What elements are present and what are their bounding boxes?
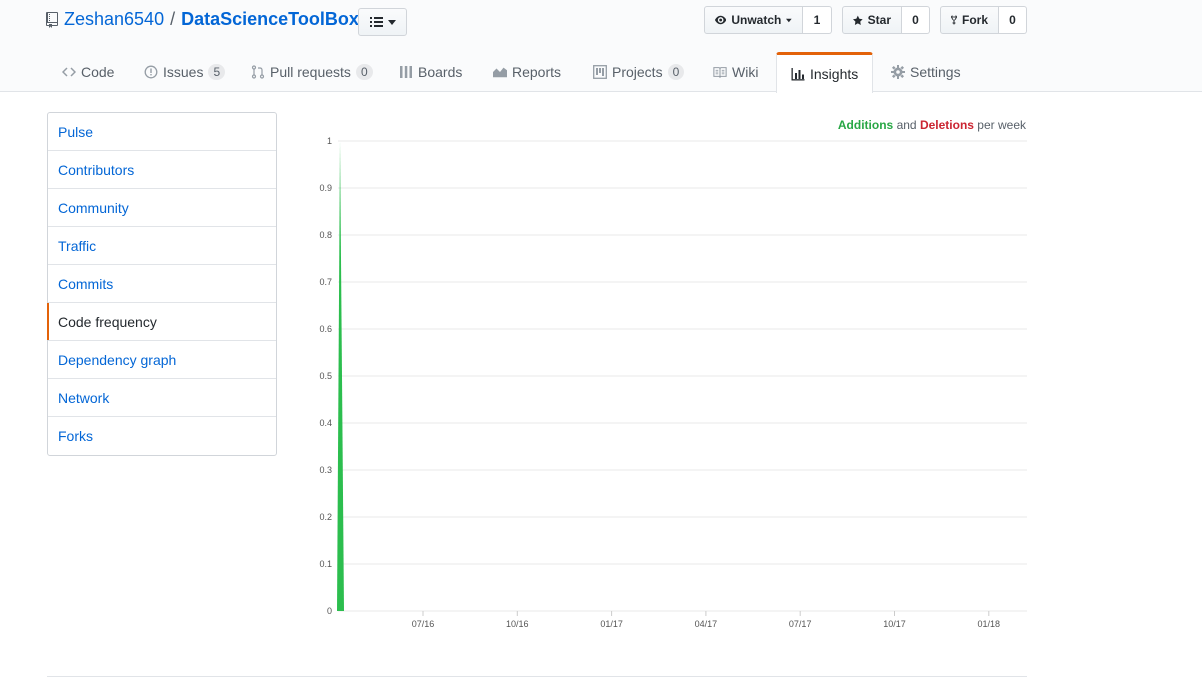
y-tick-label: 0.2 xyxy=(319,512,332,522)
repo-nav: Code Issues 5 Pull requests 0 Boards Rep… xyxy=(0,52,1202,93)
sidebar-item-commits[interactable]: Commits xyxy=(48,265,276,303)
eye-icon xyxy=(715,15,727,25)
issues-counter: 5 xyxy=(208,64,226,80)
book-icon xyxy=(713,67,727,78)
y-tick-label: 0.8 xyxy=(319,230,332,240)
sidebar-item-code-frequency[interactable]: Code frequency xyxy=(47,303,276,341)
y-tick-label: 0.4 xyxy=(319,418,332,428)
tab-issues[interactable]: Issues 5 xyxy=(144,52,226,92)
pull-requests-counter: 0 xyxy=(355,64,373,80)
watchers-count[interactable]: 1 xyxy=(803,6,832,34)
y-tick-label: 0.1 xyxy=(319,559,332,569)
x-tick-label: 01/18 xyxy=(978,619,1001,629)
repo-name-link[interactable]: DataScienceToolBox xyxy=(181,9,359,30)
tab-boards-label: Boards xyxy=(418,64,463,80)
y-tick-label: 0.9 xyxy=(319,183,332,193)
chevron-down-icon xyxy=(387,19,396,25)
y-tick-label: 0.5 xyxy=(319,371,332,381)
unwatch-label: Unwatch xyxy=(731,13,782,27)
tab-settings-label: Settings xyxy=(910,64,961,80)
tab-issues-label: Issues xyxy=(163,64,204,80)
y-tick-label: 0.3 xyxy=(319,465,332,475)
sidebar-item-forks[interactable]: Forks xyxy=(48,417,276,455)
y-tick-label: 0.7 xyxy=(319,277,332,287)
projects-counter: 0 xyxy=(667,64,685,80)
chart-svg: 0 0.1 0.2 0.3 0.4 0.5 0.6 0.7 0.8 0.9 1 07/16 10/16 0… xyxy=(319,136,1027,629)
project-icon xyxy=(593,65,607,79)
x-tick-label: 07/16 xyxy=(412,619,435,629)
chevron-down-icon xyxy=(786,18,792,22)
tab-boards[interactable]: Boards xyxy=(399,52,462,92)
tab-settings[interactable]: Settings xyxy=(891,52,961,92)
tab-projects-label: Projects xyxy=(612,64,663,80)
tab-pull-requests-label: Pull requests xyxy=(270,64,351,80)
star-group: Star 0 xyxy=(842,6,930,34)
tab-reports[interactable]: Reports xyxy=(493,52,561,92)
x-tick-label: 04/17 xyxy=(695,619,718,629)
tab-code[interactable]: Code xyxy=(62,52,114,92)
x-tick-label: 01/17 xyxy=(600,619,623,629)
star-label: Star xyxy=(867,13,891,27)
y-tick-label: 1 xyxy=(327,136,332,146)
list-icon xyxy=(369,17,383,27)
issue-icon xyxy=(144,65,158,79)
insights-sidebar-menu: Pulse Contributors Community Traffic Commits… xyxy=(47,112,277,456)
tab-projects[interactable]: Projects 0 xyxy=(593,52,685,92)
sidebar-item-network[interactable]: Network xyxy=(48,379,276,417)
fork-group: Fork 0 xyxy=(940,6,1027,34)
sidebar-item-contributors[interactable]: Contributors xyxy=(48,151,276,189)
sidebar-item-community[interactable]: Community xyxy=(48,189,276,227)
watch-group: Unwatch 1 xyxy=(704,6,832,34)
x-tick-label: 10/16 xyxy=(506,619,529,629)
star-icon xyxy=(853,15,863,25)
unwatch-button[interactable]: Unwatch xyxy=(704,6,803,34)
code-frequency-chart: Additions and Deletions per week 0 0.1 0.2… xyxy=(300,112,1040,642)
repo-menu-button[interactable] xyxy=(358,8,407,36)
repo-separator: / xyxy=(170,9,176,29)
fork-icon xyxy=(951,15,957,25)
stargazers-count[interactable]: 0 xyxy=(902,6,930,34)
fork-button[interactable]: Fork xyxy=(940,6,999,34)
x-tick-label: 10/17 xyxy=(883,619,906,629)
boards-icon xyxy=(400,66,412,78)
sidebar-item-pulse[interactable]: Pulse xyxy=(48,113,276,151)
tab-pull-requests[interactable]: Pull requests 0 xyxy=(251,52,373,92)
tab-insights[interactable]: Insights xyxy=(776,52,874,93)
repo-icon xyxy=(46,11,58,28)
star-button[interactable]: Star xyxy=(842,6,902,34)
tab-wiki-label: Wiki xyxy=(732,64,759,80)
tab-insights-label: Insights xyxy=(810,66,859,82)
sidebar-item-dependency-graph[interactable]: Dependency graph xyxy=(48,341,276,379)
tab-wiki[interactable]: Wiki xyxy=(713,52,758,92)
tab-reports-label: Reports xyxy=(512,64,562,80)
code-icon xyxy=(62,67,76,77)
footer-divider xyxy=(47,676,1027,677)
pull-request-icon xyxy=(251,65,265,79)
y-tick-label: 0 xyxy=(327,606,332,616)
y-tick-label: 0.6 xyxy=(319,324,332,334)
x-tick-label: 07/17 xyxy=(789,619,812,629)
repo-title: Zeshan6540 / DataScienceToolBox xyxy=(46,9,359,30)
graph-icon xyxy=(791,68,805,81)
tab-code-label: Code xyxy=(81,64,115,80)
repo-owner-link[interactable]: Zeshan6540 xyxy=(64,9,164,30)
gear-icon xyxy=(891,65,905,79)
sidebar-item-traffic[interactable]: Traffic xyxy=(48,227,276,265)
repo-header: Zeshan6540 / DataScienceToolBox Unwatch … xyxy=(0,0,1202,93)
fork-label: Fork xyxy=(961,13,988,27)
forks-count[interactable]: 0 xyxy=(999,6,1027,34)
reports-icon xyxy=(493,67,507,78)
